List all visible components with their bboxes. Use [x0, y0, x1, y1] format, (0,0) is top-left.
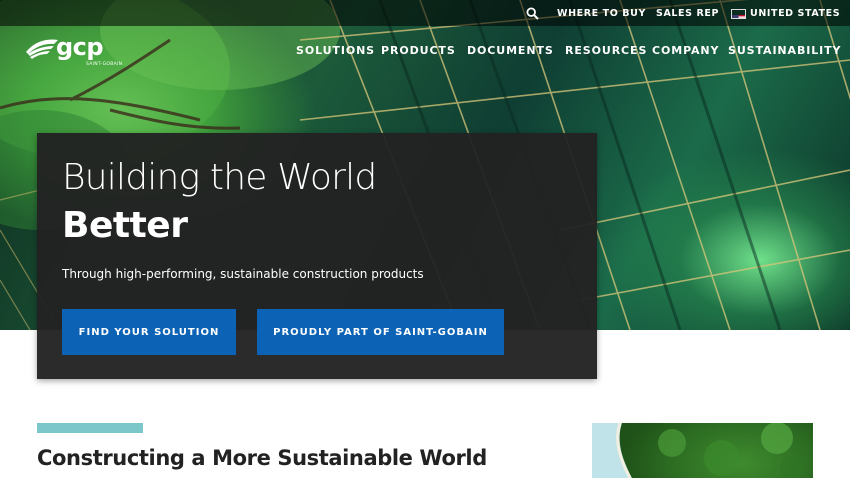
find-your-solution-button[interactable]: FIND YOUR SOLUTION [62, 309, 236, 355]
country-selector[interactable]: UNITED STATES [750, 8, 840, 19]
section-accent-bar [37, 423, 143, 433]
section-title-prefix: Constructing a More [37, 446, 278, 470]
nav-item-documents[interactable]: DOCUMENTS [467, 44, 554, 57]
logo-subtext: SAINT-GOBAIN [86, 62, 123, 67]
logo-wordmark: gcp [56, 33, 104, 61]
hero-title-line1: Building the World [62, 157, 377, 198]
nav-item-products[interactable]: PRODUCTS [381, 44, 456, 57]
section-title: Constructing a More Sustainable World [37, 446, 487, 470]
sales-rep-link[interactable]: SALES REP [656, 8, 719, 19]
us-flag-icon[interactable] [731, 9, 746, 19]
nav-item-resources[interactable]: RESOURCES [565, 44, 647, 57]
hero-title-line2: Better [62, 205, 188, 246]
aerial-forest-image [592, 423, 813, 478]
where-to-buy-link[interactable]: WHERE TO BUY [557, 8, 646, 19]
utility-bar: WHERE TO BUY SALES REP UNITED STATES [0, 0, 850, 26]
nav-item-sustainability[interactable]: SUSTAINABILITY [728, 44, 841, 57]
search-icon[interactable] [526, 7, 539, 20]
section-title-bold: Sustainable World [277, 446, 487, 470]
nav-item-solutions[interactable]: SOLUTIONS [296, 44, 375, 57]
hero-subtitle: Through high-performing, sustainable con… [62, 267, 424, 281]
hero-card: Building the World Better Through high-p… [37, 133, 597, 379]
nav-item-company[interactable]: COMPANY [652, 44, 719, 57]
saint-gobain-button[interactable]: PROUDLY PART OF SAINT-GOBAIN [257, 309, 504, 355]
